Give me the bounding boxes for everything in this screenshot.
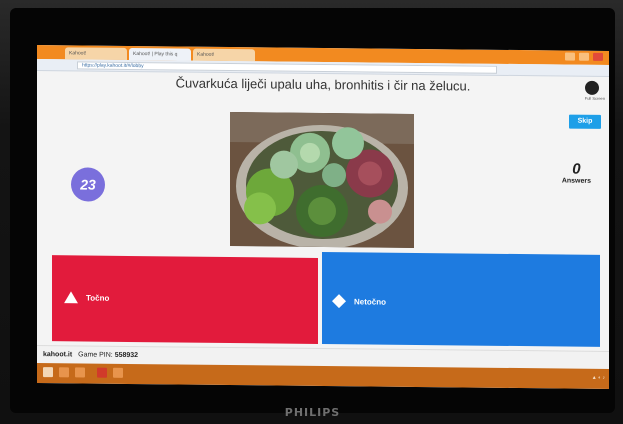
browser-icon[interactable] <box>75 367 85 378</box>
answers-count: 0 <box>572 160 581 178</box>
answer-option-true[interactable]: Točno <box>52 255 318 344</box>
fullscreen-icon[interactable] <box>585 80 599 95</box>
browser-tab[interactable]: Kahoot! <box>193 48 255 62</box>
app-icon[interactable] <box>97 367 107 378</box>
explorer-icon[interactable] <box>59 367 69 378</box>
browser-tab[interactable]: Kahoot! <box>65 47 127 60</box>
close-button[interactable] <box>593 52 603 61</box>
answer-option-false[interactable]: Netočno <box>322 251 600 347</box>
site-name: kahoot.it <box>43 351 73 359</box>
answer-label-true: Točno <box>86 293 110 303</box>
start-icon[interactable] <box>43 367 53 378</box>
fullscreen-label: Full Screen <box>584 95 605 101</box>
question-text: Čuvarkuća liječi upalu uha, bronhitis i … <box>175 75 471 94</box>
answer-label-false: Netočno <box>354 297 386 307</box>
game-pin: 558932 <box>114 351 139 360</box>
answers-counter: 0 Answers <box>562 161 591 185</box>
app-icon[interactable] <box>113 367 123 378</box>
url-field[interactable]: https://play.kahoot.it/#/lobby <box>77 61 497 74</box>
triangle-icon <box>64 291 78 304</box>
browser-window: Kahoot! Kahoot! | Play this q Kahoot! ht… <box>37 45 609 389</box>
minimize-button[interactable] <box>565 52 575 61</box>
answers-label: Answers <box>561 177 591 185</box>
skip-button[interactable]: Skip <box>569 114 601 129</box>
system-tray: ▲ ◐ ♪ <box>591 374 605 381</box>
browser-tab-active[interactable]: Kahoot! | Play this q <box>129 47 191 61</box>
diamond-icon <box>332 294 346 309</box>
window-controls <box>565 52 603 61</box>
maximize-button[interactable] <box>579 52 589 61</box>
monitor-frame: Kahoot! Kahoot! | Play this q Kahoot! ht… <box>10 8 615 419</box>
question-image <box>230 112 414 248</box>
countdown-timer: 23 <box>71 167 105 202</box>
monitor-brand: PHILIPS <box>284 406 341 419</box>
game-pin-label: Game PIN: <box>78 351 113 359</box>
succulent-pot-image <box>230 112 414 248</box>
